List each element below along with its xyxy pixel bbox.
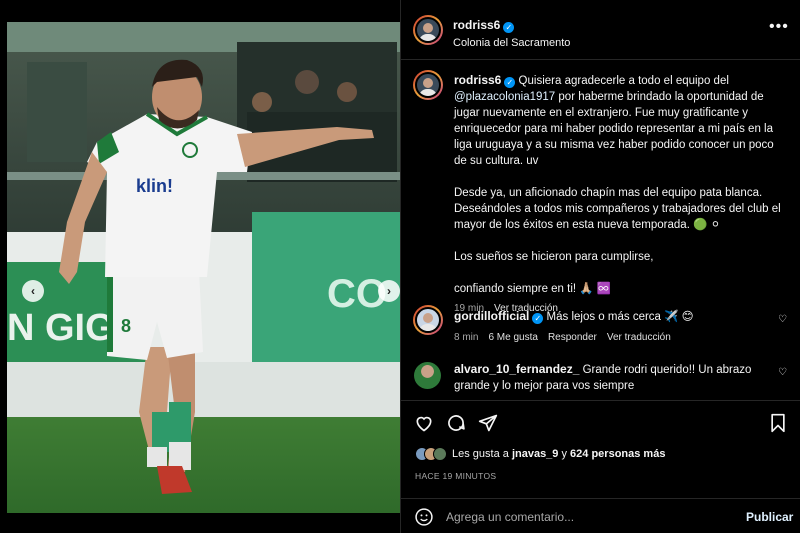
author-username[interactable]: rodriss6 (453, 18, 500, 32)
commenter-avatar[interactable] (414, 362, 441, 389)
post-timestamp: HACE 19 MINUTOS (415, 471, 497, 481)
caption-author-avatar[interactable] (413, 70, 443, 100)
photo-image: N GIGA CO 8 klin! (7, 22, 400, 513)
comment-bar: Publicar (401, 498, 800, 533)
comment-time: 8 min (454, 332, 479, 343)
jersey-sponsor: klin! (136, 176, 173, 196)
verified-badge-icon: ✓ (504, 77, 516, 88)
share-send-icon[interactable] (478, 413, 498, 433)
caption-paragraph-3: Los sueños se hicieron para cumplirse, (454, 251, 654, 263)
liker-avatar (433, 447, 447, 461)
caption-paragraph-2: Desde ya, un aficionado chapín mas del e… (454, 187, 781, 231)
shorts-number: 8 (121, 316, 131, 336)
likes-middle: y (558, 448, 571, 460)
comment-bubble-icon[interactable] (446, 413, 466, 433)
comment-likes[interactable]: 6 Me gusta (488, 332, 537, 343)
commenter-avatar[interactable] (413, 305, 443, 335)
verified-badge-icon: ✓ (503, 22, 515, 33)
caption-author-username[interactable]: rodriss6 (454, 73, 501, 87)
carousel-next-button[interactable]: › (378, 280, 400, 302)
post-header: rodriss6 ✓ Colonia del Sacramento ••• (401, 0, 800, 60)
post-modal: N GIGA CO 8 klin! ‹ › rodriss6 ✓ Colonia… (0, 0, 800, 533)
post-actions: Les gusta a jnavas_9 y 624 personas más … (401, 400, 800, 533)
reply-button[interactable]: Responder (548, 332, 597, 343)
comment-like-heart-icon[interactable]: ♡ (778, 314, 787, 325)
commenter-username[interactable]: gordillofficial (454, 309, 529, 323)
post-photo[interactable]: N GIGA CO 8 klin! ‹ › (7, 22, 400, 513)
carousel-prev-button[interactable]: ‹ (22, 280, 44, 302)
chevron-left-icon: ‹ (31, 284, 35, 298)
likes-count[interactable]: 624 personas más (570, 448, 665, 460)
verified-badge-icon: ✓ (532, 313, 544, 324)
caption-paragraph-4: confiando siempre en ti! 🙏🏼 ♾️ (454, 283, 612, 295)
chevron-right-icon: › (387, 284, 391, 298)
like-heart-icon[interactable] (414, 413, 434, 433)
author-avatar[interactable] (413, 15, 443, 45)
comment-input[interactable] (446, 508, 726, 526)
likes-text[interactable]: Les gusta a jnavas_9 y 624 personas más (452, 448, 665, 460)
comment-meta: 8 min 6 Me gusta Responder Ver traducción (454, 330, 774, 346)
liker-username[interactable]: jnavas_9 (512, 448, 558, 460)
more-horizontal-icon[interactable]: ••• (769, 19, 789, 35)
post-location[interactable]: Colonia del Sacramento (453, 37, 570, 49)
likes-prefix: Les gusta a (452, 448, 512, 460)
caption-mention-link[interactable]: @plazacolonia1917 (454, 91, 555, 103)
caption-paragraph-1: Quisiera agradecerle a todo el equipo de… (515, 75, 729, 87)
bookmark-icon[interactable] (768, 413, 788, 433)
likes-summary: Les gusta a jnavas_9 y 624 personas más (415, 445, 665, 463)
comment-text: Más lejos o más cerca ✈️ 😊 (543, 311, 694, 323)
emoji-icon[interactable] (414, 507, 434, 527)
publish-button[interactable]: Publicar (746, 510, 793, 524)
post-side-panel: rodriss6 ✓ Colonia del Sacramento ••• rod… (400, 0, 800, 533)
comment-like-heart-icon[interactable]: ♡ (778, 367, 787, 378)
translate-link[interactable]: Ver traducción (607, 332, 671, 343)
commenter-username[interactable]: alvaro_10_fernandez_ (454, 362, 579, 376)
caption-text: rodriss6 ✓ Quisiera agradecerle a todo el… (454, 72, 784, 317)
